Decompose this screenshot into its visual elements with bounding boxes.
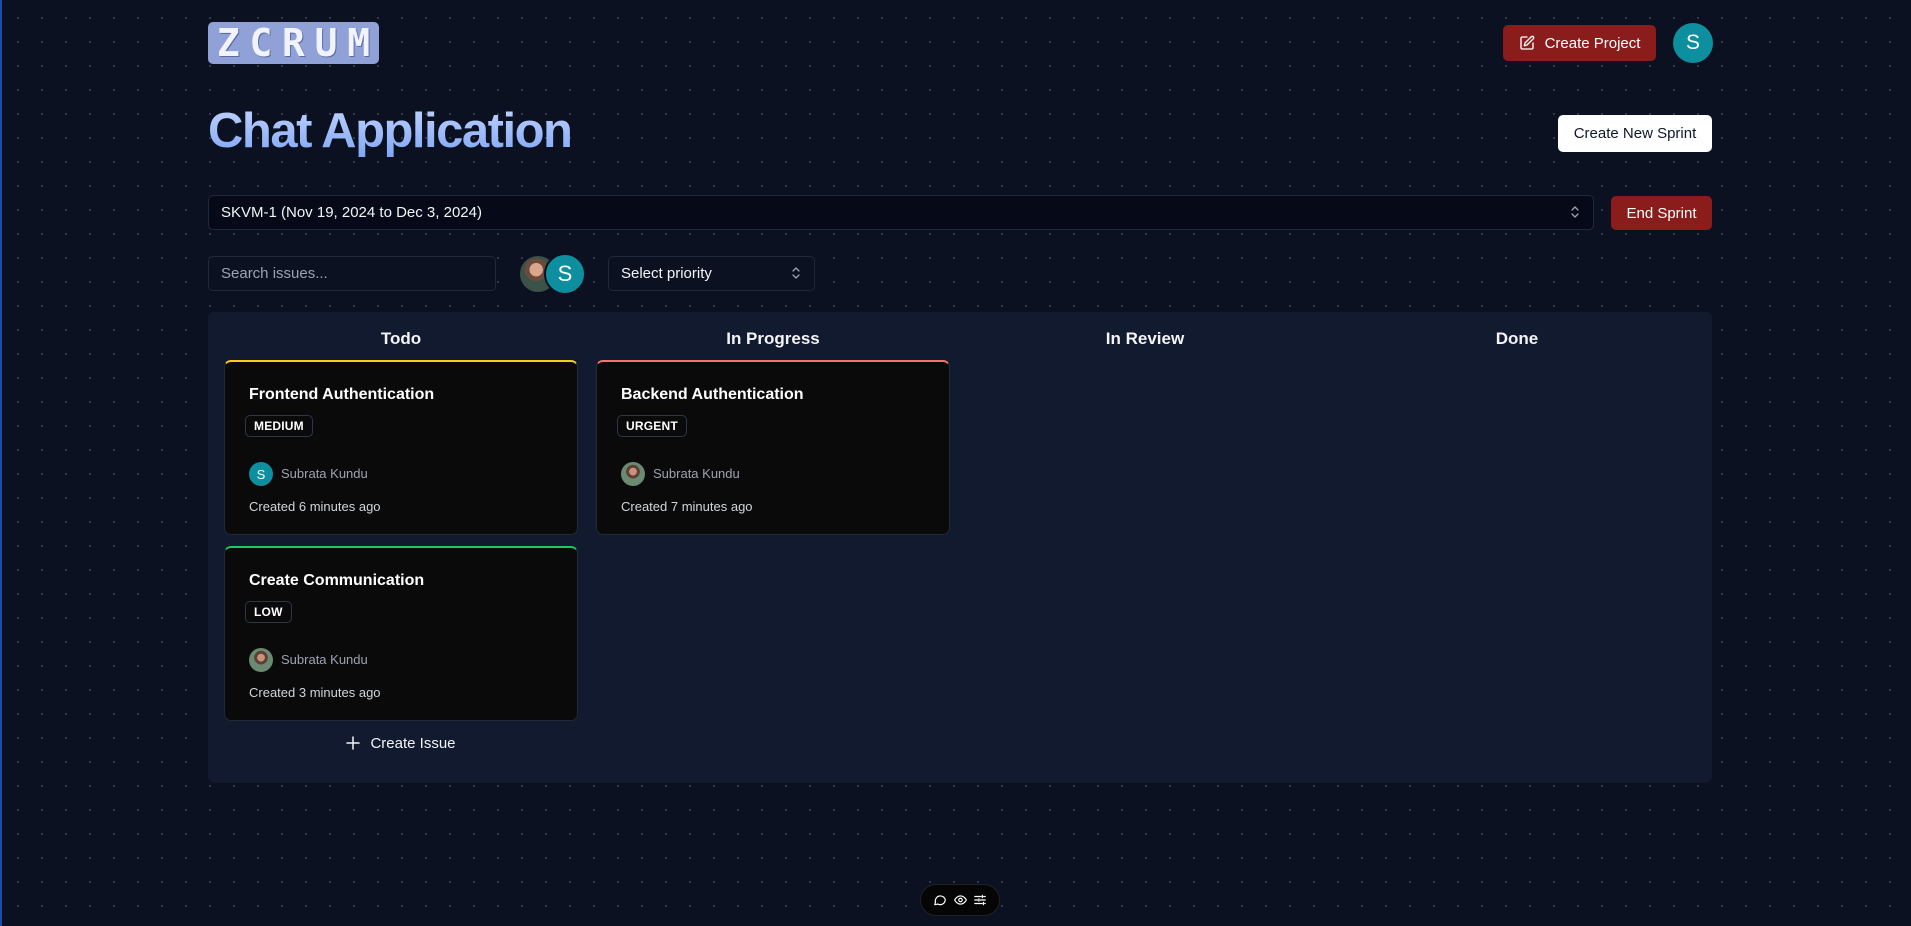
kanban-board: Todo In Progress In Review Done Frontend… [208, 312, 1712, 783]
issue-card[interactable]: Frontend Authentication MEDIUM S Subrata… [224, 360, 578, 535]
window-edge [0, 0, 2, 926]
assignee-avatar-letter[interactable]: S [544, 253, 586, 295]
priority-badge: MEDIUM [245, 415, 313, 437]
issue-title: Create Communication [249, 572, 425, 589]
assignee-name: Subrata Kundu [281, 466, 368, 481]
priority-badge: URGENT [617, 415, 687, 437]
logo-letter: Z [216, 21, 240, 65]
bottom-toolbar [920, 884, 1000, 916]
create-project-button[interactable]: Create Project [1503, 25, 1656, 61]
search-input[interactable] [208, 256, 496, 291]
assignee-name: Subrata Kundu [653, 466, 740, 481]
logo-letter: C [249, 21, 273, 65]
column-title-in-progress: In Progress [726, 329, 820, 348]
page-title: Chat Application [208, 104, 573, 158]
zcrum-logo[interactable]: Z C R U M [208, 22, 379, 64]
sprint-select[interactable]: SKVM-1 (Nov 19, 2024 to Dec 3, 2024) [208, 195, 1594, 230]
end-sprint-button[interactable]: End Sprint [1611, 196, 1712, 230]
issue-title: Backend Authentication [621, 386, 804, 403]
plus-icon [346, 736, 361, 750]
logo-letter: U [314, 21, 338, 65]
assignee-avatar: S [249, 462, 273, 486]
issue-title: Frontend Authentication [249, 386, 435, 403]
column-title-todo: Todo [380, 329, 422, 348]
logo-letter: R [282, 21, 305, 65]
create-new-sprint-button[interactable]: Create New Sprint [1558, 115, 1712, 152]
priority-badge: LOW [245, 601, 292, 623]
created-time: Created 6 minutes ago [249, 499, 381, 514]
assignee-avatar [621, 462, 645, 486]
priority-select-value: Select priority [621, 265, 712, 282]
priority-select[interactable]: Select priority [608, 256, 815, 291]
assignee-filter[interactable]: S [518, 253, 588, 295]
create-project-label: Create Project [1544, 34, 1641, 52]
created-time: Created 3 minutes ago [249, 685, 381, 700]
created-time: Created 7 minutes ago [621, 499, 753, 514]
issue-card[interactable]: Create Communication LOW Subrata Kundu C… [224, 546, 578, 721]
chevron-up-down-icon [1571, 206, 1579, 218]
create-issue-button[interactable]: Create Issue [224, 727, 578, 759]
issue-card[interactable]: Backend Authentication URGENT Subrata Ku… [596, 360, 950, 535]
column-title-in-review: In Review [1105, 329, 1185, 348]
chevron-up-down-icon [792, 267, 800, 279]
create-issue-label: Create Issue [370, 734, 456, 752]
pen-square-icon [1519, 35, 1534, 50]
user-avatar[interactable]: S [1673, 23, 1713, 63]
assignee-name: Subrata Kundu [281, 652, 368, 667]
settings-sliders-icon[interactable] [973, 893, 987, 907]
comment-icon[interactable] [933, 893, 947, 907]
column-title-done: Done [1495, 329, 1539, 348]
eye-icon[interactable] [953, 893, 968, 907]
logo-letter: M [347, 21, 371, 65]
assignee-avatar [249, 648, 273, 672]
sprint-select-value: SKVM-1 (Nov 19, 2024 to Dec 3, 2024) [221, 204, 482, 221]
